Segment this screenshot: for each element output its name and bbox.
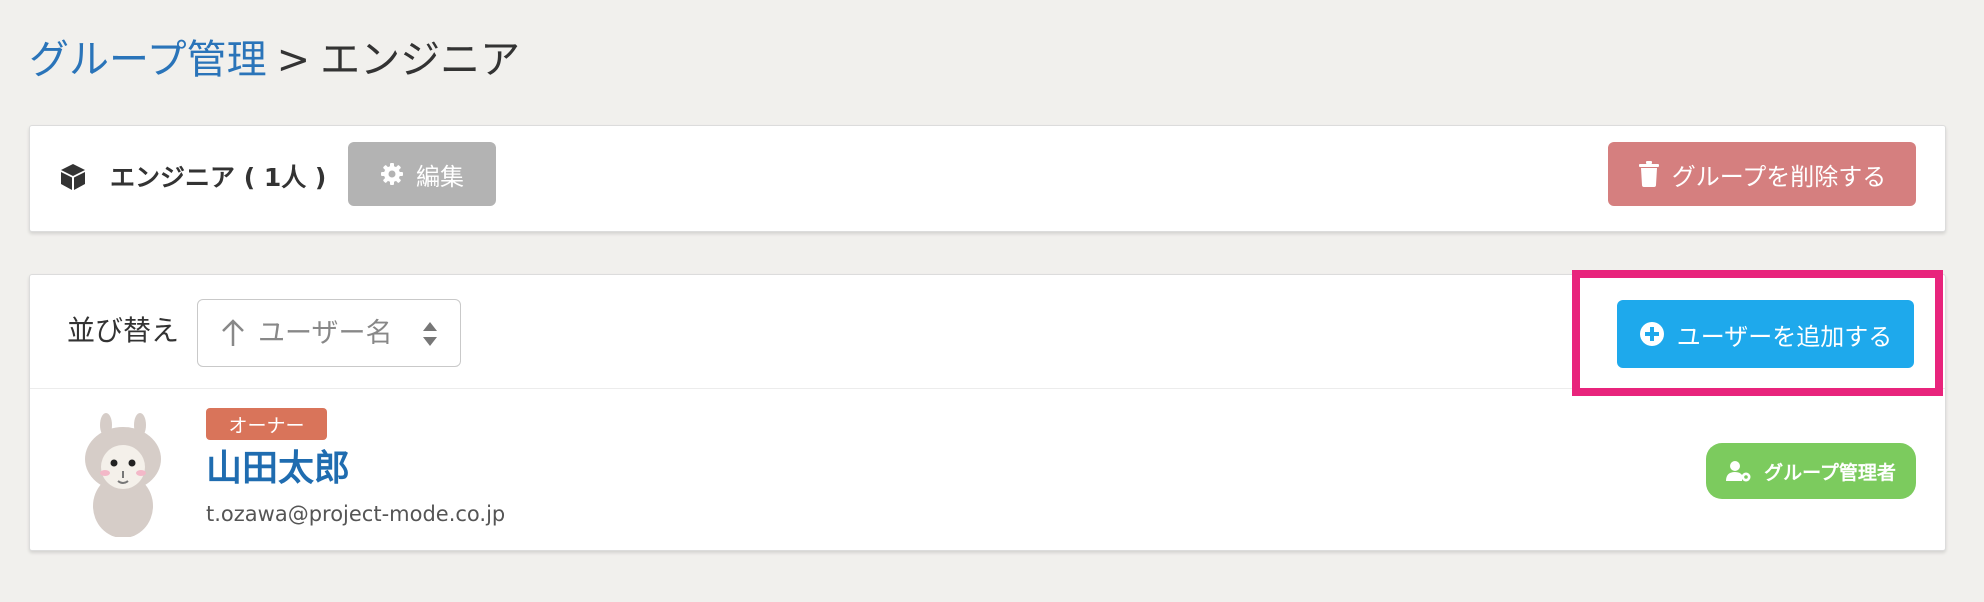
avatar [85, 413, 161, 537]
breadcrumb: グループ管理 > エンジニア [29, 32, 520, 88]
plus-circle-icon [1639, 322, 1664, 346]
trash-icon [1638, 161, 1659, 187]
group-admin-badge[interactable]: グループ管理者 [1706, 443, 1916, 499]
delete-button-label: グループを削除する [1671, 162, 1887, 191]
sort-label: 並び替え [67, 314, 180, 347]
sort-select-value: ユーザー名 [258, 318, 393, 349]
user-cog-icon [1726, 461, 1751, 482]
group-name: エンジニア ( 1人 ) [110, 163, 327, 192]
members-card: 並び替え ユーザー名 ユーザーを追加する オーナー 山田太郎 t.ozawa@p… [29, 274, 1946, 551]
breadcrumb-separator: > [276, 37, 311, 83]
delete-group-button[interactable]: グループを削除する [1608, 142, 1916, 206]
gear-icon [381, 163, 403, 185]
add-user-button-label: ユーザーを追加する [1676, 322, 1893, 351]
admin-badge-label: グループ管理者 [1764, 461, 1896, 484]
user-name-link[interactable]: 山田太郎 [206, 443, 350, 495]
breadcrumb-current: エンジニア [320, 37, 521, 83]
edit-button-label: 編集 [416, 162, 464, 191]
group-header-card: エンジニア ( 1人 ) 編集 グループを削除する [29, 125, 1946, 232]
sort-select[interactable]: ユーザー名 [197, 299, 461, 367]
arrow-up-icon [222, 319, 244, 346]
edit-group-button[interactable]: 編集 [348, 142, 496, 206]
sort-caret-icon [423, 322, 437, 346]
add-user-button[interactable]: ユーザーを追加する [1617, 300, 1914, 368]
owner-badge: オーナー [206, 408, 327, 440]
cube-icon [61, 164, 85, 190]
divider [30, 388, 1945, 389]
breadcrumb-group-management-link[interactable]: グループ管理 [29, 37, 267, 83]
user-email: t.ozawa@project-mode.co.jp [206, 502, 506, 526]
